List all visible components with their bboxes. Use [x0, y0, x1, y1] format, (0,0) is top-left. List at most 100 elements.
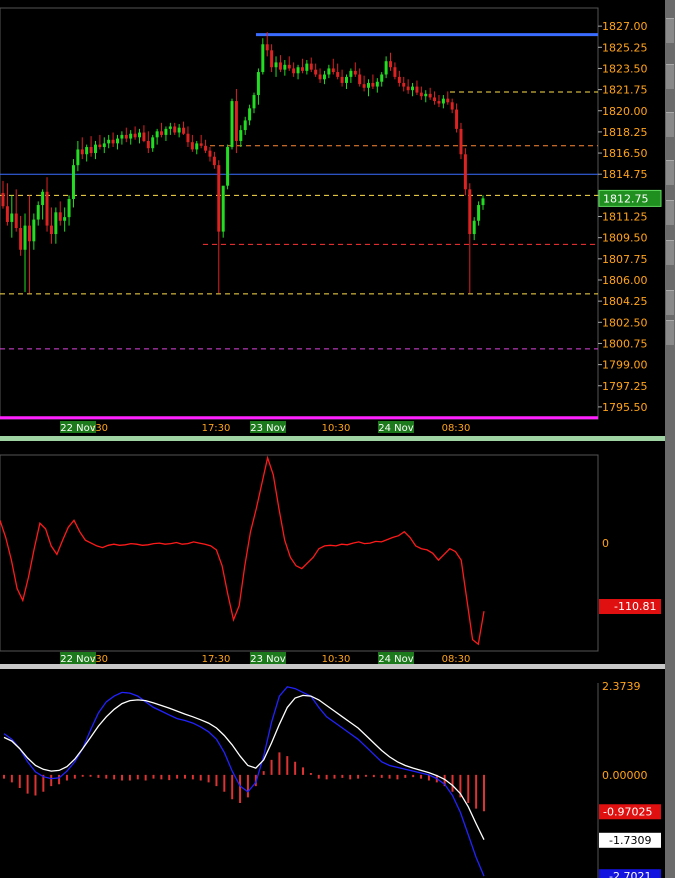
price-y-tick-label: 1800.75: [602, 337, 648, 350]
candle-body: [424, 93, 428, 97]
signal-value-label: -1.7309: [609, 834, 651, 847]
candle-body: [455, 109, 459, 129]
right-toolbar-strip[interactable]: [665, 0, 675, 878]
trading-chart-window: 1827.00 1825.25 1823.50 1821.75 1820.00 1818.…: [0, 0, 675, 878]
candle-body: [168, 126, 172, 129]
cci-zero-label: 0: [602, 537, 609, 550]
candle-body: [85, 147, 89, 155]
toolbar-tab[interactable]: [666, 200, 674, 225]
candle-body: [292, 68, 296, 74]
candle-body: [419, 92, 423, 97]
candle-body: [173, 126, 177, 133]
toolbar-tab[interactable]: [666, 18, 674, 43]
toolbar-tab[interactable]: [666, 160, 674, 185]
toolbar-tab[interactable]: [666, 290, 674, 315]
lower-value-label: -2.7021: [609, 870, 651, 878]
x-axis-date-label: 22 Nov: [60, 654, 96, 664]
candle-body: [296, 67, 300, 74]
price-y-tick-label: 1816.50: [602, 147, 648, 160]
candle-body: [146, 140, 150, 149]
candle-body: [177, 127, 181, 133]
candle-body: [367, 82, 371, 88]
candle-body: [190, 142, 194, 150]
candle-body: [318, 74, 322, 80]
macd-top-label: 2.3739: [602, 680, 641, 693]
candle-body: [186, 133, 190, 143]
price-y-tick-label: 1806.00: [602, 274, 648, 287]
candle-body: [19, 228, 23, 250]
candle-body: [89, 147, 93, 154]
candle-body: [5, 206, 9, 222]
x-axis-date-label: 22 Nov: [60, 423, 96, 434]
candle-body: [358, 74, 362, 85]
candle-body: [208, 150, 212, 157]
toolbar-tab[interactable]: [666, 320, 674, 345]
candle-body: [380, 74, 384, 82]
candle-body: [115, 138, 119, 144]
candle-body: [36, 205, 40, 220]
x-axis-time-label: 10:30: [322, 423, 351, 434]
candle-body: [160, 131, 164, 135]
candle-body: [402, 82, 406, 87]
price-chart[interactable]: 1827.00 1825.25 1823.50 1821.75 1820.00 1818.…: [0, 0, 665, 436]
x-axis-time-label: 17:30: [202, 423, 231, 434]
candle-body: [481, 198, 485, 206]
candle-body: [49, 225, 53, 235]
candle-body: [234, 101, 238, 141]
candle-body: [45, 191, 49, 226]
toolbar-tab[interactable]: [666, 112, 674, 137]
candle-body: [239, 130, 243, 141]
candle-body: [111, 139, 115, 144]
candle-body: [433, 97, 437, 102]
candle-body: [23, 225, 27, 250]
candle-body: [411, 86, 415, 91]
candle-body: [305, 63, 309, 71]
candle-body: [1, 192, 5, 207]
candle-body: [270, 50, 274, 68]
candle-body: [107, 139, 111, 144]
candle-body: [230, 101, 234, 148]
candle-body: [226, 147, 230, 186]
candle-body: [274, 62, 278, 68]
x-axis-time-label: 08:30: [442, 423, 471, 434]
candle-body: [204, 145, 208, 151]
candle-body: [58, 212, 62, 221]
cci-last-label: -110.81: [614, 600, 656, 613]
x-axis-date-label: 24 Nov: [378, 654, 414, 664]
candle-body: [252, 95, 256, 109]
price-y-tick-label: 1821.75: [602, 84, 648, 97]
cci-indicator-pane[interactable]: 0 -110.81 22 Nov:30 17:30 23 Nov 10:30 24 Nov 0…: [0, 441, 665, 664]
candle-body: [415, 86, 419, 93]
candle-body: [133, 133, 137, 138]
candle-body: [54, 212, 58, 235]
macd-line: [3, 686, 485, 877]
candle-body: [102, 143, 106, 148]
candle-body: [428, 93, 432, 98]
toolbar-tab[interactable]: [666, 64, 674, 89]
price-y-tick-label: 1809.50: [602, 232, 648, 245]
candle-body: [397, 76, 401, 83]
candle-body: [375, 81, 379, 87]
candle-body: [437, 101, 441, 104]
last-price-label: 1812.75: [603, 192, 649, 205]
candle-body: [261, 44, 265, 73]
candle-body: [71, 165, 75, 199]
candle-body: [459, 128, 463, 155]
price-y-tick-label: 1802.50: [602, 316, 648, 329]
candle-body: [327, 68, 331, 75]
cci-line: [0, 455, 485, 646]
candle-body: [212, 156, 216, 166]
macd-indicator-pane[interactable]: 2.3739 0.00000 -0.97025 -1.7309 -2.7021: [0, 669, 665, 878]
candle-body: [450, 102, 454, 110]
candle-body: [300, 67, 304, 71]
toolbar-tab[interactable]: [666, 240, 674, 265]
candle-body: [182, 127, 186, 134]
candle-body: [27, 225, 31, 242]
price-y-tick-label: 1799.00: [602, 359, 648, 372]
price-y-tick-label: 1795.50: [602, 401, 648, 414]
candle-body: [446, 98, 450, 103]
candle-body: [124, 134, 128, 139]
candle-body: [393, 67, 397, 77]
candle-body: [441, 98, 445, 104]
candle-body: [129, 133, 133, 139]
